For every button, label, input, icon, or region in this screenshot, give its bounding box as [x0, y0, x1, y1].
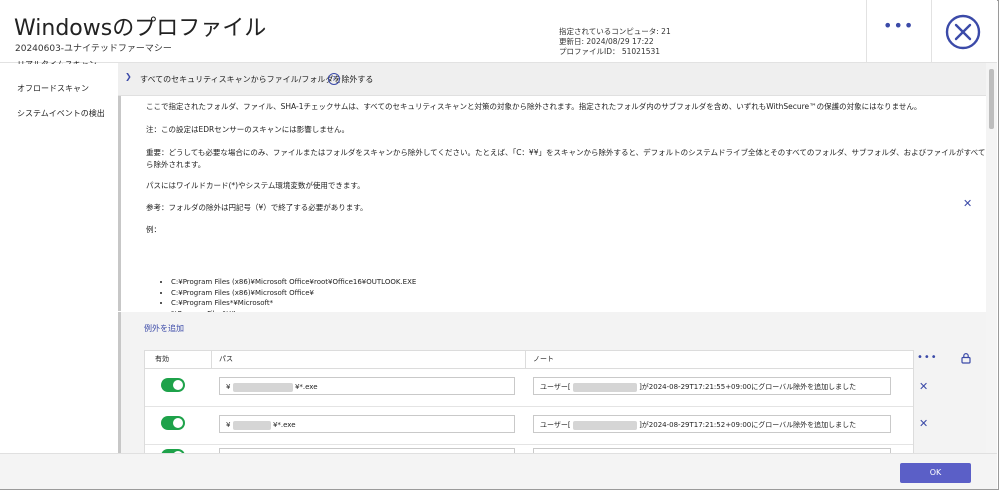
ok-button[interactable]: OK [900, 463, 971, 483]
updated-date: 更新日: 2024/08/29 17:22 [559, 37, 654, 46]
close-circle-icon [945, 14, 981, 50]
remove-row-icon[interactable]: ✕ [919, 417, 928, 430]
description-important-cont: ら除外されます。 [146, 160, 206, 169]
table-row: ¥ ¥*.exe ユーザー[ ]が2024-08-29T17:21:52+09:… [145, 407, 913, 445]
section-header[interactable]: ❯ すべてのセキュリティスキャンからファイル/フォルダを除外する ? [118, 63, 986, 96]
enabled-toggle[interactable] [161, 416, 185, 430]
main-content: ❯ すべてのセキュリティスキャンからファイル/フォルダを除外する ? ここで指定… [118, 63, 986, 453]
profile-meta: 指定されているコンピュータ: 21 更新日: 2024/08/29 17:22 … [559, 27, 671, 57]
page-subtitle: 20240603-ユナイテッドファーマシー [15, 44, 172, 54]
assigned-computers: 指定されているコンピュータ: 21 [559, 27, 671, 36]
dismiss-description-icon[interactable]: ✕ [963, 197, 972, 210]
header-divider [931, 0, 932, 62]
close-button[interactable] [945, 14, 981, 50]
description-panel: ここで指定されたフォルダ、ファイル、SHA-1チェックサムは、すべてのセキュリテ… [118, 96, 986, 328]
description-important: 重要：どうしても必要な場合にのみ、ファイルまたはフォルダをスキャンから除外してく… [146, 148, 986, 157]
table-row [145, 445, 913, 453]
chevron-down-icon[interactable]: ❯ [125, 72, 132, 81]
page-title: Windowsのプロファイル [14, 16, 267, 41]
remove-row-icon[interactable]: ✕ [919, 380, 928, 393]
profile-id: プロファイルID： 51021531 [559, 47, 661, 56]
column-header-enabled: 有効 [155, 351, 205, 369]
column-header-path: パス [219, 351, 519, 369]
note-input[interactable]: ユーザー[ ]が2024-08-29T17:21:55+09:00にグローバル除… [533, 377, 891, 395]
list-item: C:¥Program Files (x86)¥Microsoft Office¥… [171, 277, 416, 288]
description-wildcard: パスにはワイルドカード(*)やシステム環境変数が使用できます。 [146, 181, 365, 190]
exclusion-table-area: 例外を追加 有効 パス ノート ¥ ¥*.exe ユーザー[ ]が2024-08… [118, 312, 986, 453]
nav-item-offload-scan[interactable]: オフロードスキャン [17, 83, 89, 94]
redacted-text [232, 382, 293, 392]
redacted-text [232, 420, 271, 430]
lock-icon[interactable] [960, 349, 972, 364]
more-options-button[interactable]: ••• [883, 14, 913, 42]
description-reference: 参考：フォルダの除外は円記号（¥）で終了する必要があります。 [146, 203, 368, 212]
column-divider [525, 351, 526, 368]
left-nav: リアルタイムスキャン オフロードスキャン システムイベントの検出 [0, 60, 118, 453]
nav-item-system-event-detection[interactable]: システムイベントの検出 [17, 108, 105, 119]
table-more-button[interactable]: ••• [917, 352, 938, 363]
vertical-scrollbar[interactable] [986, 63, 997, 453]
description-note: 注：この設定はEDRセンサーのスキャンには影響しません。 [146, 125, 349, 134]
header-divider [866, 0, 867, 62]
list-item: C:¥Program Files (x86)¥Microsoft Office¥ [171, 288, 416, 299]
add-exception-link[interactable]: 例外を追加 [144, 323, 184, 334]
redacted-text [572, 382, 637, 392]
note-input[interactable]: ユーザー[ ]が2024-08-29T17:21:52+09:00にグローバル除… [533, 415, 891, 433]
exclusion-table: 有効 パス ノート ¥ ¥*.exe ユーザー[ ]が2024-08-29T17… [144, 350, 914, 453]
column-divider [211, 351, 212, 368]
header: Windowsのプロファイル 20240603-ユナイテッドファーマシー 指定さ… [0, 0, 997, 63]
redacted-text [572, 420, 637, 430]
scrollbar-thumb[interactable] [989, 69, 994, 129]
path-input[interactable]: ¥ ¥*.exe [219, 415, 515, 433]
column-header-note: ノート [533, 351, 903, 369]
enabled-toggle[interactable] [161, 378, 185, 392]
list-item: C:¥Program Files*¥Microsoft* [171, 298, 416, 309]
path-input[interactable]: ¥ ¥*.exe [219, 377, 515, 395]
footer: OK [0, 453, 997, 489]
nav-item-cut[interactable]: リアルタイムスキャン [17, 59, 97, 64]
table-row: ¥ ¥*.exe ユーザー[ ]が2024-08-29T17:21:55+09:… [145, 369, 913, 407]
help-icon[interactable]: ? [328, 73, 340, 85]
examples-label: 例： [146, 225, 161, 234]
description-text: ここで指定されたフォルダ、ファイル、SHA-1チェックサムは、すべてのセキュリテ… [146, 102, 922, 111]
